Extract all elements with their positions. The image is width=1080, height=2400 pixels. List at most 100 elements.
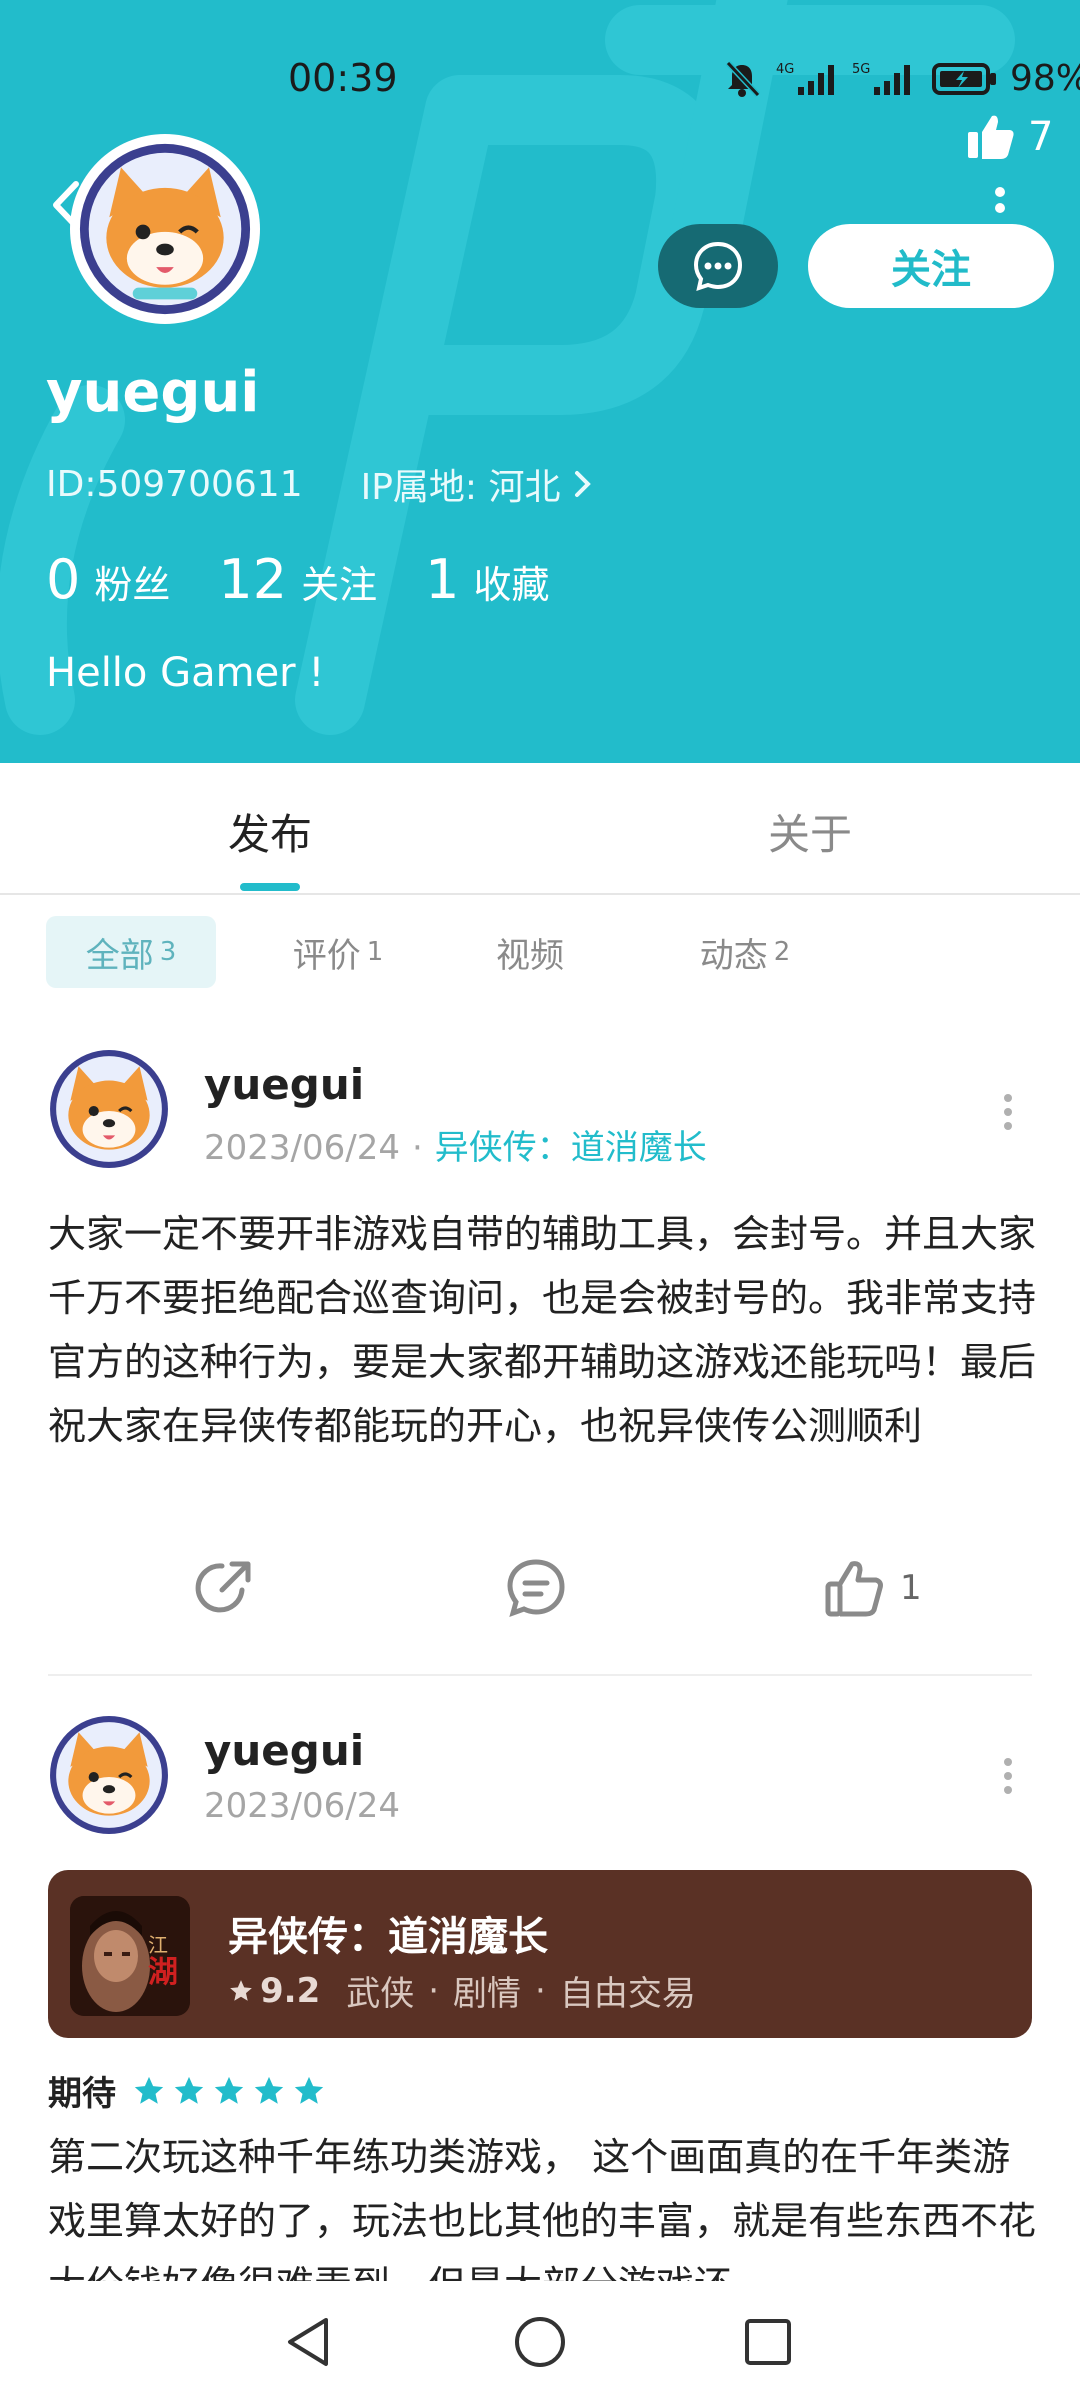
game-icon: 江 湖 <box>70 1896 190 2016</box>
post-date: 2023/06/24 <box>204 1128 400 1168</box>
game-subtitle: 9.2 武侠 · 剧情 · 自由交易 <box>228 1966 696 2015</box>
game-tag: 自由交易 <box>559 1974 696 2014</box>
filter-chips: 全部 3 评价 1 视频 动态 2 <box>0 916 1080 988</box>
chip-count: 1 <box>366 937 384 967</box>
nav-recents-icon[interactable] <box>740 2314 796 2370</box>
battery-icon <box>932 62 996 95</box>
post-author-avatar[interactable] <box>48 1048 170 1170</box>
profile-header: 00:39 4G 5G 98 7 关注 yuegui ID:509700611 … <box>0 0 1080 763</box>
filter-chip-review[interactable]: 评价 1 <box>268 916 408 988</box>
battery-percent: 98% <box>1010 58 1080 99</box>
svg-text:4G: 4G <box>776 62 794 77</box>
share-button[interactable] <box>192 1556 256 1620</box>
tag-separator: · <box>535 1970 546 2011</box>
comment-icon <box>507 1559 565 1617</box>
nav-back-icon[interactable] <box>282 2314 338 2370</box>
stat-number: 12 <box>218 548 288 611</box>
rating-label: 期待 <box>48 2074 116 2114</box>
tab-about[interactable]: 关于 <box>768 801 852 862</box>
user-id: ID:509700611 <box>46 463 303 505</box>
like-button[interactable]: 1 <box>822 1556 922 1620</box>
status-time: 00:39 <box>288 56 398 100</box>
profile-like-counter[interactable]: 7 <box>966 112 1053 162</box>
game-tag: 武侠 <box>346 1974 415 2014</box>
game-score: 9.2 <box>260 1970 321 2011</box>
stat-label: 粉丝 <box>94 563 171 607</box>
chip-label: 动态 <box>699 935 768 976</box>
tab-active-indicator <box>240 883 300 891</box>
profile-avatar[interactable] <box>70 134 260 324</box>
post-author-avatar[interactable] <box>48 1714 170 1836</box>
svg-text:湖: 湖 <box>148 1955 178 1990</box>
rating-star-icon <box>134 2076 164 2104</box>
chip-count: 2 <box>773 937 791 967</box>
post-date: 2023/06/24 <box>204 1786 400 1826</box>
review-body: 第二次玩这种千年练功类游戏， 这个画面真的在千年类游戏里算太好的了，玩法也比其他… <box>48 2135 1037 2281</box>
svg-text:5G: 5G <box>852 62 870 77</box>
nav-home-icon[interactable] <box>512 2314 568 2370</box>
stat-followers[interactable]: 0 粉丝 <box>46 548 170 611</box>
signal-5g-icon: 5G <box>852 62 910 95</box>
rating-star-icon <box>214 2076 244 2104</box>
post-actions: 1 <box>0 1556 1080 1636</box>
stat-following[interactable]: 12 关注 <box>218 548 377 611</box>
game-tag: 剧情 <box>453 1974 522 2014</box>
stat-number: 1 <box>425 548 460 611</box>
post-more-icon[interactable] <box>998 1756 1018 1796</box>
comment-button[interactable] <box>504 1556 568 1620</box>
profile-bio: Hello Gamer ! <box>46 650 325 696</box>
mute-bell-icon <box>725 60 761 97</box>
filter-chip-all[interactable]: 全部 3 <box>46 916 216 988</box>
thumbs-up-outline-icon <box>825 1561 883 1617</box>
profile-username: yuegui <box>46 360 260 425</box>
post-more-icon[interactable] <box>998 1092 1018 1132</box>
chip-label: 视频 <box>496 935 564 976</box>
tab-publish[interactable]: 发布 <box>228 801 312 862</box>
star-icon <box>230 1979 252 2001</box>
stat-label: 收藏 <box>473 563 550 607</box>
rating-star-icon <box>254 2076 284 2104</box>
game-title: 异侠传：道消魔长 <box>228 1914 548 1960</box>
thumbs-up-icon <box>968 115 1014 159</box>
chip-label: 评价 <box>292 935 361 976</box>
ip-location[interactable]: IP属地: 河北 <box>361 458 561 510</box>
rating-star-icon <box>294 2076 324 2104</box>
game-card[interactable]: 江 湖 异侠传：道消魔长 9.2 武侠 · 剧情 · 自由交易 <box>48 1870 1032 2038</box>
chevron-right-icon[interactable] <box>571 467 595 501</box>
post-game-link[interactable]: 异侠传：道消魔长 <box>435 1128 707 1168</box>
chat-bubble-icon <box>693 241 743 292</box>
stat-number: 0 <box>46 548 81 611</box>
rating-star-icon <box>174 2076 204 2104</box>
message-button[interactable] <box>658 224 778 308</box>
post-meta: 2023/06/24 · 异侠传：道消魔长 <box>204 1120 707 1169</box>
game-cover-image: 江 湖 <box>70 1896 190 2016</box>
profile-id-row: ID:509700611 IP属地: 河北 <box>46 458 595 510</box>
review-rating: 期待 <box>48 2066 332 2115</box>
profile-tabs: 发布 关于 <box>0 763 1080 895</box>
like-number: 1 <box>900 1568 922 1608</box>
filter-chip-dynamic[interactable]: 动态 2 <box>670 916 820 988</box>
system-nav-bar <box>0 2282 1080 2400</box>
stat-favorites[interactable]: 1 收藏 <box>425 548 549 611</box>
chip-count: 3 <box>159 937 177 967</box>
shiba-avatar-image <box>50 1050 168 1168</box>
post-meta: 2023/06/24 <box>204 1786 400 1826</box>
post-body: 大家一定不要开非游戏自带的辅助工具，会封号。并且大家千万不要拒绝配合巡查询问，也… <box>48 1212 1037 1448</box>
tag-separator: · <box>428 1970 440 2011</box>
more-options-icon[interactable] <box>992 186 1008 226</box>
post-author-name[interactable]: yuegui <box>204 1060 364 1109</box>
profile-stats: 0 粉丝 12 关注 1 收藏 <box>46 548 597 611</box>
meta-separator: · <box>411 1128 423 1168</box>
filter-chip-video[interactable]: 视频 <box>470 916 590 988</box>
chip-label: 全部 <box>85 935 154 976</box>
shiba-avatar-image <box>50 1716 168 1834</box>
follow-button[interactable]: 关注 <box>808 224 1054 308</box>
status-icons: 4G 5G 98% <box>722 58 1080 99</box>
signal-4g-icon: 4G <box>776 62 834 95</box>
post-divider <box>48 1674 1032 1676</box>
share-icon <box>195 1561 251 1613</box>
shiba-avatar-image <box>79 143 251 315</box>
like-count: 7 <box>1028 114 1054 160</box>
status-bar: 00:39 4G 5G 98 <box>0 48 1080 114</box>
post-author-name[interactable]: yuegui <box>204 1726 364 1775</box>
